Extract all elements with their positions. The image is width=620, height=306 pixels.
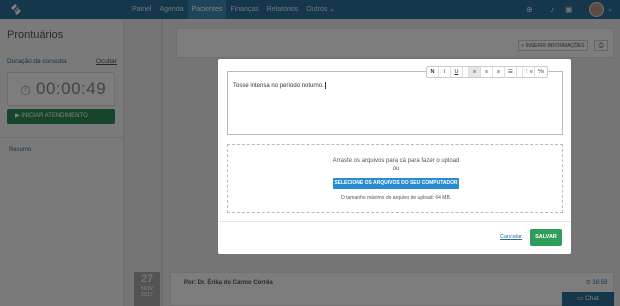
align-left-icon[interactable]: ≡ bbox=[469, 67, 481, 77]
editor-text[interactable]: Tosse intensa no período noturno. bbox=[233, 82, 326, 89]
underline-button[interactable]: U bbox=[451, 67, 463, 77]
select-files-button[interactable]: SELECIONE OS ARQUIVOS DO SEU COMPUTADOR bbox=[333, 178, 459, 189]
editor-toolbar: N I U ≡ ≡ ≡ ☰ ⋮≡ ⅟≡ bbox=[426, 66, 548, 78]
justify-icon[interactable]: ☰ bbox=[505, 67, 517, 77]
upload-note-modal: Tosse intensa no período noturno. N I U … bbox=[218, 59, 571, 254]
dropzone-or: ou bbox=[392, 166, 400, 172]
save-button[interactable]: SALVAR bbox=[530, 229, 562, 246]
note-editor[interactable]: Tosse intensa no período noturno. bbox=[227, 71, 563, 135]
bold-button[interactable]: N bbox=[427, 67, 439, 77]
align-center-icon[interactable]: ≡ bbox=[481, 67, 493, 77]
align-right-icon[interactable]: ≡ bbox=[493, 67, 505, 77]
italic-button[interactable]: I bbox=[439, 67, 451, 77]
numbered-list-icon[interactable]: ⅟≡ bbox=[535, 67, 547, 77]
dropzone-instruction: Arraste os arquivos para cá para fazer o… bbox=[332, 158, 460, 164]
cancel-button[interactable]: Cancelar bbox=[500, 234, 522, 240]
file-dropzone[interactable]: Arraste os arquivos para cá para fazer o… bbox=[227, 144, 563, 213]
bullet-list-icon[interactable]: ⋮≡ bbox=[523, 67, 535, 77]
modal-footer-divider bbox=[218, 221, 571, 222]
max-file-size-note: O tamanho máximo do arquivo de upload: 6… bbox=[340, 195, 452, 201]
